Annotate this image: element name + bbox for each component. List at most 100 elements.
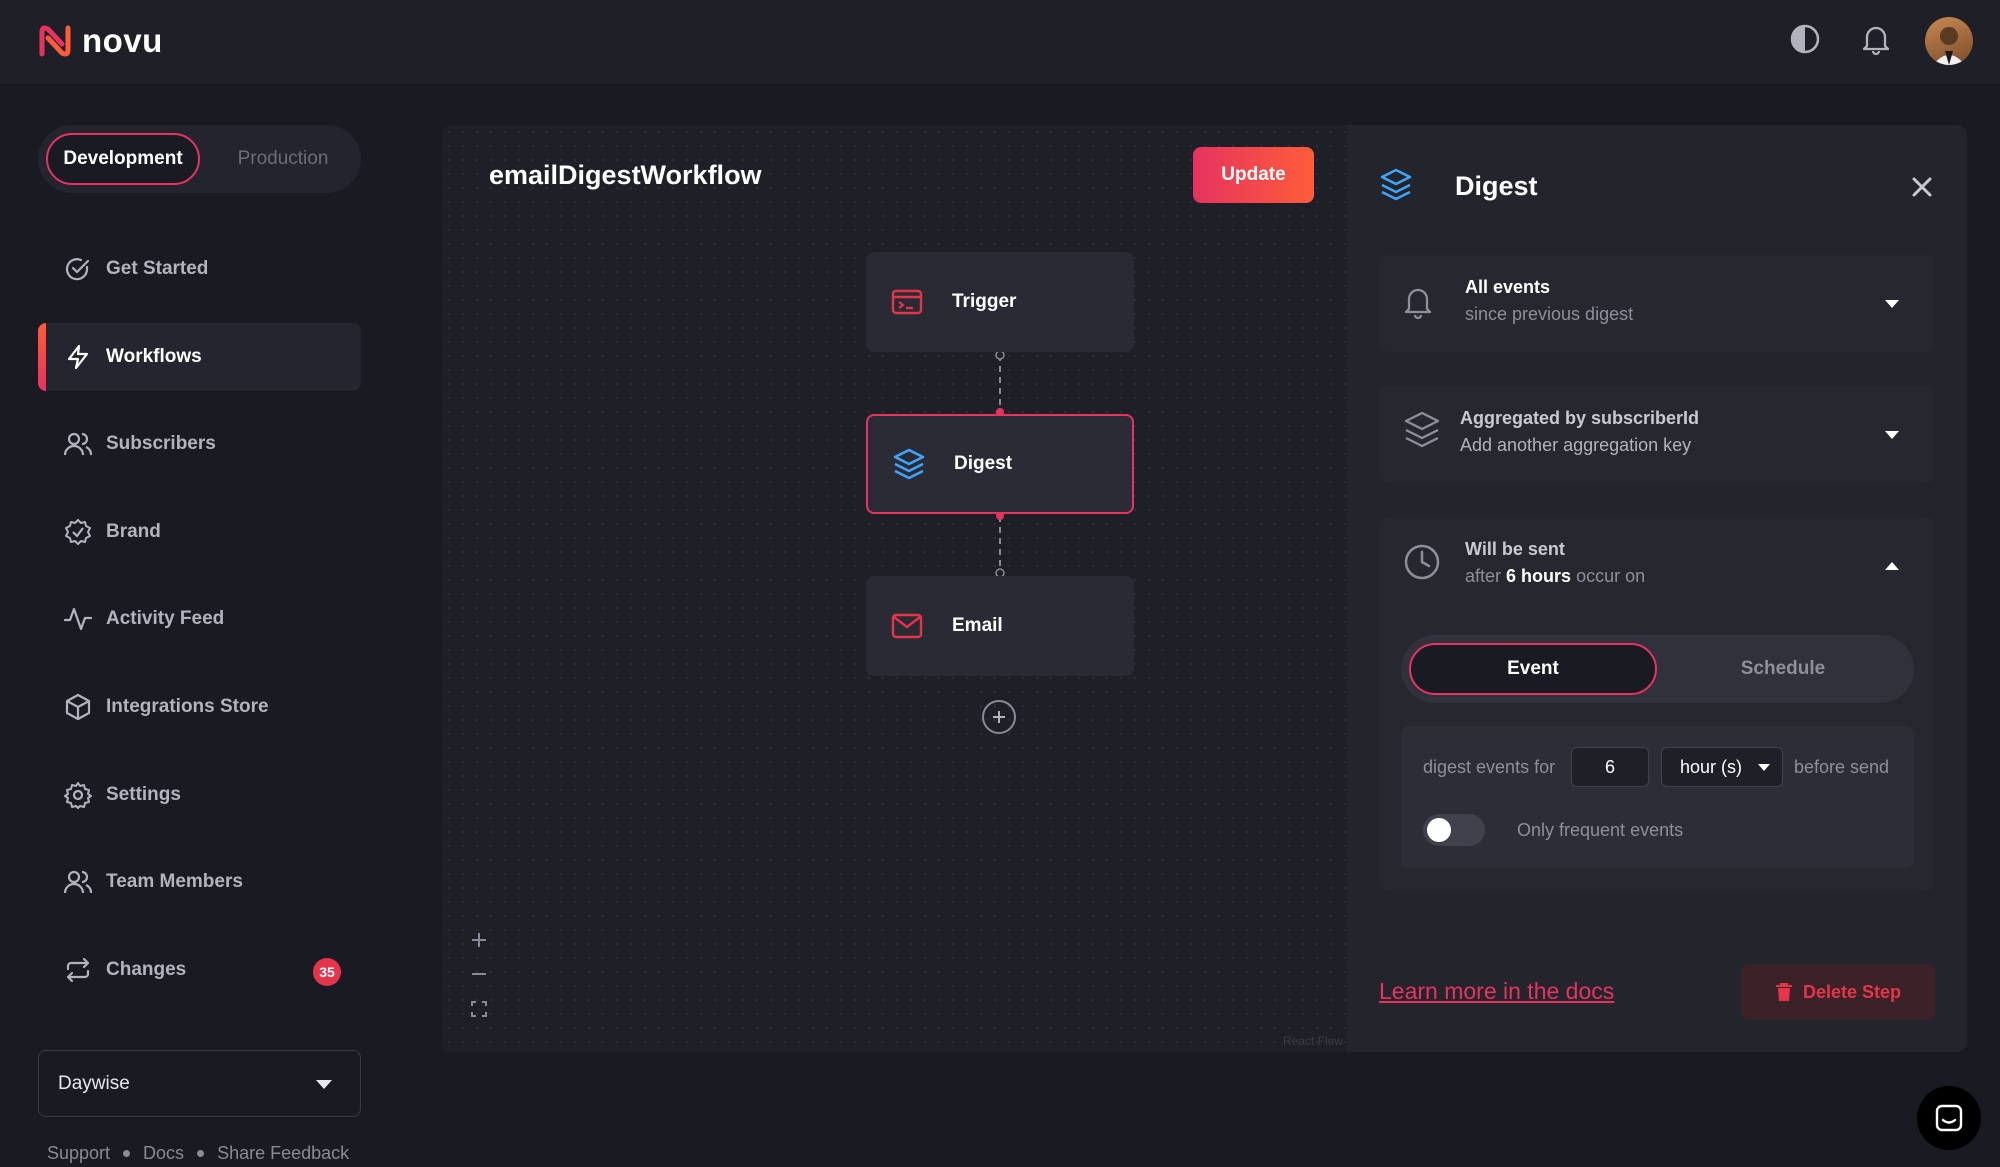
bolt-icon <box>64 343 92 371</box>
trash-icon <box>1775 983 1792 1001</box>
chevron-down-icon <box>1885 300 1899 308</box>
separator-dot <box>123 1150 131 1157</box>
environment-development-button[interactable]: Development <box>46 133 200 185</box>
mode-schedule-button[interactable]: Schedule <box>1659 643 1907 695</box>
footer-links: Support Docs Share Feedback <box>47 1143 349 1164</box>
card-subtitle: Add another aggregation key <box>1460 435 1692 455</box>
gear-icon <box>64 781 92 809</box>
frequent-events-label: Only frequent events <box>1517 820 1684 840</box>
digest-unit-select[interactable]: hour (s) <box>1661 747 1783 787</box>
sidebar-item-label: Changes <box>106 958 187 980</box>
chevron-down-icon <box>316 1080 332 1089</box>
frequent-events-toggle[interactable] <box>1423 814 1485 846</box>
changes-count-badge: 35 <box>313 957 341 986</box>
update-button[interactable]: Update <box>1193 147 1314 203</box>
user-avatar[interactable] <box>1925 17 1973 65</box>
plus-icon <box>472 933 486 947</box>
novu-logo[interactable]: novu <box>36 22 163 60</box>
sidebar-item-label: Activity Feed <box>106 608 225 630</box>
workflow-canvas[interactable]: emailDigestWorkflow Update Trigger Diges… <box>442 125 1347 1052</box>
aggregation-key-card[interactable]: Aggregated by subscriberId Add another a… <box>1379 386 1935 483</box>
send-timing-card: Will be sent after 6 hours occur on Even… <box>1379 517 1935 891</box>
environment-production-button[interactable]: Production <box>213 133 353 185</box>
top-bar: novu <box>0 0 2000 85</box>
card-title: Will be sent <box>1465 539 1565 559</box>
digest-mode-switch: Event Schedule <box>1401 635 1914 703</box>
chevron-down-icon <box>1758 764 1770 771</box>
layers-icon <box>1403 410 1441 455</box>
close-panel-button[interactable] <box>1910 175 1936 201</box>
terminal-icon <box>890 285 924 319</box>
activity-icon <box>64 605 92 633</box>
workflow-node-email[interactable]: Email <box>866 576 1134 676</box>
sidebar-item-label: Subscribers <box>106 433 216 455</box>
check-circle-icon <box>64 255 92 283</box>
digest-events-card[interactable]: All events since previous digest <box>1379 255 1935 352</box>
layers-icon <box>892 447 926 481</box>
support-link[interactable]: Support <box>47 1143 110 1164</box>
subtitle-duration: 6 hours <box>1506 566 1572 586</box>
layers-icon <box>1379 167 1413 208</box>
users-icon <box>64 868 92 896</box>
brand-name: novu <box>82 22 163 59</box>
add-step-button[interactable] <box>982 700 1016 734</box>
repeat-icon <box>64 956 92 984</box>
workflow-title[interactable]: emailDigestWorkflow <box>489 160 762 191</box>
notifications-bell-icon[interactable] <box>1859 22 1893 56</box>
fullscreen-icon <box>471 1001 487 1017</box>
sidebar-item-get-started[interactable]: Get Started <box>38 235 361 303</box>
organization-select-value: Daywise <box>58 1072 130 1094</box>
chat-icon <box>1935 1104 1963 1132</box>
subtitle-prefix: after <box>1465 566 1502 586</box>
sidebar-item-activity-feed[interactable]: Activity Feed <box>38 585 361 653</box>
digest-window-settings: digest events for 6 hour (s) before send… <box>1401 726 1914 868</box>
zoom-out-button[interactable] <box>462 959 496 989</box>
learn-more-docs-link[interactable]: Learn more in the docs <box>1379 978 1614 1005</box>
delete-step-label: Delete Step <box>1802 981 1902 1002</box>
step-settings-panel: Digest All events since previous digest … <box>1347 125 1967 1052</box>
react-flow-attribution[interactable]: React Flow <box>1283 1034 1343 1048</box>
organization-select[interactable]: Daywise <box>38 1050 361 1117</box>
digest-suffix-label: before send <box>1794 757 1890 777</box>
sidebar-item-label: Workflows <box>106 345 202 367</box>
card-title: Aggregated by subscriberId <box>1460 408 1700 428</box>
zoom-in-button[interactable] <box>462 925 496 955</box>
delete-step-button[interactable]: Delete Step <box>1741 964 1935 1020</box>
sidebar-item-label: Team Members <box>106 871 243 893</box>
mode-event-button[interactable]: Event <box>1409 643 1657 695</box>
theme-toggle-icon[interactable] <box>1788 22 1822 56</box>
sidebar-item-settings[interactable]: Settings <box>38 761 361 829</box>
share-feedback-link[interactable]: Share Feedback <box>217 1143 349 1164</box>
docs-link[interactable]: Docs <box>143 1143 184 1164</box>
sidebar-item-label: Settings <box>106 783 181 805</box>
workflow-node-label: Digest <box>954 453 1013 474</box>
close-icon <box>1912 177 1932 197</box>
support-chat-button[interactable] <box>1917 1086 1981 1150</box>
sidebar-item-subscribers[interactable]: Subscribers <box>38 410 361 478</box>
chevron-up-icon[interactable] <box>1885 562 1899 570</box>
digest-amount-input[interactable]: 6 <box>1571 747 1649 787</box>
workflow-node-digest[interactable]: Digest <box>866 414 1134 514</box>
bell-icon <box>1403 285 1433 324</box>
sidebar-item-integrations-store[interactable]: Integrations Store <box>38 673 361 741</box>
fit-view-button[interactable] <box>462 994 496 1024</box>
separator-dot <box>197 1150 205 1157</box>
card-title: All events <box>1465 277 1551 297</box>
users-icon <box>64 430 92 458</box>
sidebar-nav: Get Started Workflows Subscribers Brand … <box>38 235 361 1023</box>
sidebar-item-changes[interactable]: Changes 35 <box>38 936 361 1004</box>
minus-icon <box>472 973 486 975</box>
sidebar-item-label: Integrations Store <box>106 695 269 717</box>
sidebar-item-workflows[interactable]: Workflows <box>38 322 361 391</box>
digest-prefix-label: digest events for <box>1423 757 1556 777</box>
sidebar-item-team-members[interactable]: Team Members <box>38 848 361 916</box>
box-icon <box>64 693 92 721</box>
panel-title: Digest <box>1455 171 1538 201</box>
card-subtitle: since previous digest <box>1465 304 1634 324</box>
sidebar-item-brand[interactable]: Brand <box>38 498 361 566</box>
digest-unit-value: hour (s) <box>1680 756 1743 777</box>
workflow-node-label: Email <box>952 615 1003 636</box>
chevron-down-icon <box>1885 431 1899 439</box>
workflow-node-trigger[interactable]: Trigger <box>866 252 1134 352</box>
sidebar-item-label: Brand <box>106 520 161 542</box>
